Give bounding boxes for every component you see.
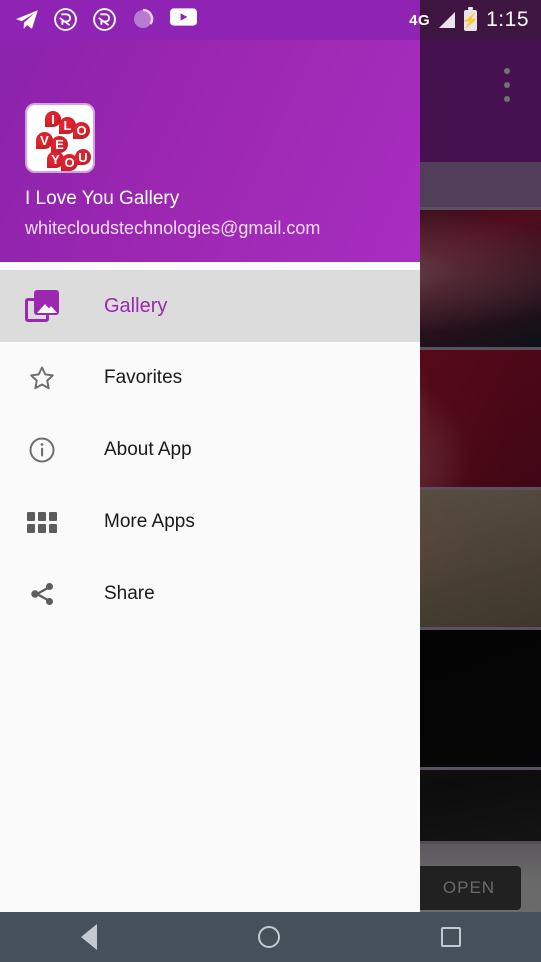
app-icon: I L O V E Y O U: [25, 103, 95, 173]
loading-circle-icon: [131, 7, 157, 33]
sidebar-item-more-apps[interactable]: More Apps: [0, 486, 420, 558]
app-icon-letter: U: [75, 149, 91, 165]
sidebar-item-label: Share: [104, 583, 155, 605]
sidebar-item-favorites[interactable]: Favorites: [0, 342, 420, 414]
sidebar-item-share[interactable]: Share: [0, 558, 420, 630]
signal-icon: [439, 12, 455, 28]
share-nodes-icon: [18, 570, 66, 618]
sidebar-item-label: Favorites: [104, 367, 182, 389]
app-badge-icon: [53, 7, 79, 33]
clock: 1:15: [486, 8, 529, 32]
navigation-drawer: I L O V E Y O U I Love You Gallery white…: [0, 40, 420, 912]
sidebar-item-about-app[interactable]: About App: [0, 414, 420, 486]
sidebar-item-label: More Apps: [104, 511, 195, 533]
photo-library-icon: [18, 282, 66, 330]
app-icon-letter: O: [73, 122, 90, 139]
info-circle-icon: [18, 426, 66, 474]
network-label: 4G: [409, 12, 430, 29]
battery-charging-icon: ⚡: [464, 10, 477, 31]
android-navigation-bar: [0, 912, 541, 962]
youtube-icon: [170, 7, 196, 33]
sidebar-item-label: Gallery: [104, 295, 167, 318]
recents-square-icon[interactable]: [441, 927, 461, 947]
back-triangle-icon[interactable]: [81, 924, 97, 950]
sidebar-item-gallery[interactable]: Gallery: [0, 270, 420, 342]
account-email: whitecloudstechnologies@gmail.com: [25, 218, 320, 239]
app-badge-icon: [92, 7, 118, 33]
grid-apps-icon: [18, 498, 66, 546]
status-bar: 4G ⚡ 1:15: [0, 0, 541, 40]
notification-icons: [0, 7, 196, 33]
app-name: I Love You Gallery: [25, 188, 179, 210]
phone-screen: LOVE I LOVE YOU love you OPEN: [0, 0, 541, 962]
drawer-header: I L O V E Y O U I Love You Gallery white…: [0, 40, 420, 262]
home-circle-icon[interactable]: [258, 926, 280, 948]
star-outline-icon: [18, 354, 66, 402]
status-indicators: 4G ⚡ 1:15: [409, 8, 541, 32]
telegram-icon: [14, 7, 40, 33]
drawer-menu-list: Gallery Favorites Abou: [0, 262, 420, 630]
sidebar-item-label: About App: [104, 439, 192, 461]
